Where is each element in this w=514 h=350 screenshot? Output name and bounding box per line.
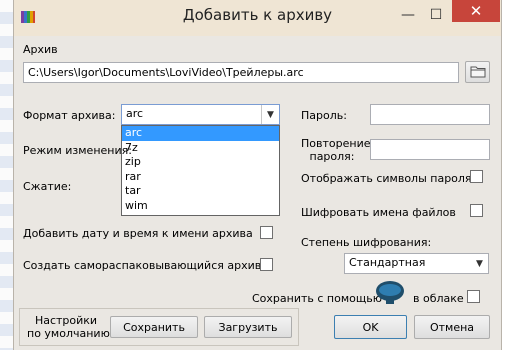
- format-selected-value: arc: [126, 107, 144, 120]
- background-app-strip-left: [0, 0, 14, 350]
- password-input[interactable]: [370, 104, 490, 125]
- repeat-password-label-line1: Повторение: [301, 137, 371, 150]
- password-label: Пароль:: [301, 109, 347, 122]
- cloud-service-logo: [375, 280, 405, 306]
- add-to-archive-dialog: Добавить к архиву — ☐ ✕ Архив C:\Users\I…: [13, 0, 502, 350]
- cancel-button[interactable]: Отмена: [414, 315, 490, 339]
- minimize-icon: —: [401, 7, 415, 23]
- show-password-label: Отображать символы пароля: [301, 172, 472, 185]
- encryption-strength-label: Степень шифрования:: [301, 236, 432, 249]
- minimize-button[interactable]: —: [396, 4, 420, 26]
- maximize-icon: ☐: [429, 7, 443, 23]
- format-select[interactable]: arc ▼: [121, 104, 280, 125]
- format-option-tar[interactable]: tar: [122, 184, 279, 199]
- format-option-zip[interactable]: zip: [122, 155, 279, 170]
- format-dropdown-list[interactable]: arc 7z zip rar tar wim: [121, 125, 280, 216]
- encryption-strength-value: Стандартная: [349, 256, 426, 269]
- repeat-password-input[interactable]: [370, 139, 490, 160]
- show-password-checkbox[interactable]: [470, 170, 483, 183]
- save-to-cloud-checkbox[interactable]: [467, 290, 480, 303]
- defaults-label: Настройки по умолчанию: [27, 314, 110, 340]
- format-option-arc[interactable]: arc: [122, 126, 279, 141]
- update-mode-label: Режим изменения:: [23, 144, 132, 157]
- encrypt-names-label: Шифровать имена файлов: [301, 206, 456, 219]
- add-date-label: Добавить дату и время к имени архива: [23, 227, 253, 240]
- load-defaults-button[interactable]: Загрузить: [204, 316, 292, 338]
- save-defaults-button[interactable]: Сохранить: [110, 316, 198, 338]
- defaults-label-line2: по умолчанию: [27, 327, 110, 340]
- sfx-checkbox[interactable]: [260, 258, 273, 271]
- encrypt-names-checkbox[interactable]: [470, 204, 483, 217]
- archive-path-input[interactable]: C:\Users\Igor\Documents\LoviVideo\Трейле…: [23, 62, 459, 83]
- browse-button[interactable]: [465, 61, 490, 83]
- close-button[interactable]: ✕: [452, 0, 500, 22]
- ok-button[interactable]: OK: [334, 315, 407, 339]
- defaults-label-line1: Настройки: [34, 314, 98, 327]
- save-with-label: Сохранить с помощью: [252, 292, 382, 305]
- add-date-checkbox[interactable]: [260, 226, 273, 239]
- background-app-strip-right: [500, 0, 514, 350]
- encryption-strength-select[interactable]: Стандартная ▼: [344, 253, 489, 274]
- format-label: Формат архива:: [23, 109, 116, 122]
- sfx-label: Создать самораспаковывающийся архив: [23, 259, 262, 272]
- format-option-wim[interactable]: wim: [122, 199, 279, 214]
- maximize-button[interactable]: ☐: [424, 4, 448, 26]
- compression-label: Сжатие:: [23, 180, 72, 193]
- repeat-password-label: Повторение пароля:: [301, 137, 371, 163]
- repeat-password-label-line2: пароля:: [309, 150, 355, 163]
- close-icon: ✕: [469, 2, 483, 20]
- folder-icon: [470, 66, 485, 78]
- chevron-down-icon[interactable]: ▼: [471, 254, 488, 273]
- in-cloud-label: в облаке: [413, 292, 464, 305]
- archive-label: Архив: [23, 43, 58, 56]
- format-option-7z[interactable]: 7z: [122, 141, 279, 156]
- format-option-rar[interactable]: rar: [122, 170, 279, 185]
- chevron-down-icon[interactable]: ▼: [261, 105, 279, 124]
